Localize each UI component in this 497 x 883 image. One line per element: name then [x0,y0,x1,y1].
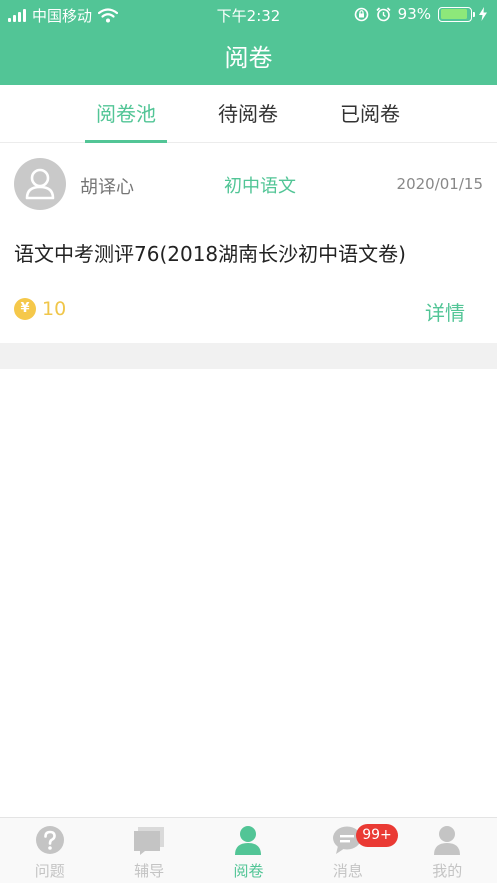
tabbar-label: 我的 [432,862,463,880]
orientation-lock-icon [354,7,368,21]
tab-pending[interactable]: 待阅卷 [193,85,303,143]
status-right: 93% [354,5,487,23]
reward-amount: 10 [42,298,67,320]
grading-icon [235,826,262,855]
tabbar-label: 问题 [34,862,65,880]
detail-link[interactable]: 详情 [425,297,465,326]
author-name: 胡译心 [80,177,134,198]
tab-graded[interactable]: 已阅卷 [315,85,425,143]
user-avatar-icon [25,168,55,200]
battery-level [440,9,468,19]
battery-icon [438,6,475,22]
coin-icon: ¥ [14,298,36,320]
paper-title: 语文中考测评76(2018湖南长沙初中语文卷) [14,242,406,266]
grading-tabs: 阅卷池 待阅卷 已阅卷 [0,85,497,143]
status-bar: 中国移动 下午2:32 93% [0,0,497,28]
tabbar-item-profile[interactable]: 我的 [398,818,497,883]
tabbar-label: 辅导 [134,862,165,880]
tabbar-item-questions[interactable]: 问题 [0,818,99,883]
battery-percent: 93% [397,5,431,23]
alarm-icon [376,6,391,21]
tabbar-item-tutoring[interactable]: 辅导 [99,818,198,883]
profile-icon [434,826,461,855]
tabbar-item-grading[interactable]: 阅卷 [199,818,298,883]
page-title: 阅卷 [224,44,273,72]
bottom-tab-bar: 问题 辅导 阅卷 99+ 消息 我的 [0,817,497,883]
tabbar-label: 阅卷 [233,862,264,880]
unread-badge: 99+ [356,824,398,847]
tab-grading-pool[interactable]: 阅卷池 [71,85,181,143]
paper-date: 2020/01/15 [396,175,483,193]
avatar [14,158,66,210]
paper-card[interactable]: 胡译心 初中语文 2020/01/15 语文中考测评76(2018湖南长沙初中语… [0,143,497,343]
list-divider [0,343,497,369]
question-icon [35,826,64,854]
tabbar-item-messages[interactable]: 99+ 消息 [298,818,398,883]
tabbar-label: 消息 [332,862,363,880]
subject-label: 初中语文 [224,176,296,197]
charging-icon [479,7,487,21]
tutor-icon [134,827,165,855]
app-header: 中国移动 下午2:32 93% 阅卷 [0,0,497,85]
